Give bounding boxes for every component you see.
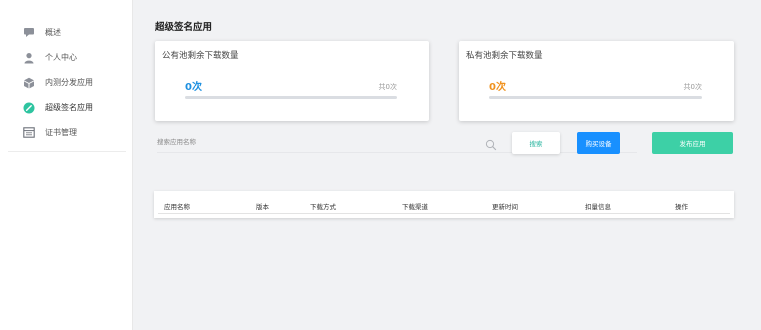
publish-app-button[interactable]: 发布应用 [652, 132, 733, 154]
signature-icon [23, 102, 35, 114]
search-button[interactable]: 搜索 [512, 132, 560, 154]
sidebar-item-label: 超级签名应用 [45, 103, 93, 112]
public-pool-progress [185, 96, 397, 99]
column-header-actions: 操作 [675, 203, 688, 211]
sidebar: 概述 个人中心 内测分发应用 超级签名应用 证书管理 [0, 0, 133, 330]
sidebar-item-label: 个人中心 [45, 53, 77, 62]
private-pool-count: 0次 [489, 82, 506, 93]
sidebar-item-label: 概述 [45, 28, 61, 37]
table-divider [158, 213, 730, 214]
chat-bubble-icon [23, 27, 35, 39]
column-header-deduction-info: 扣量信息 [585, 203, 611, 211]
sidebar-item-beta-distribution[interactable]: 内测分发应用 [0, 70, 125, 95]
sidebar-item-label: 内测分发应用 [45, 78, 93, 87]
sidebar-divider [8, 151, 126, 152]
sidebar-nav: 概述 个人中心 内测分发应用 超级签名应用 证书管理 [0, 20, 125, 145]
sidebar-item-overview[interactable]: 概述 [0, 20, 125, 45]
card-title: 公有池剩余下载数量 [162, 51, 239, 61]
search-input[interactable] [157, 138, 477, 146]
sidebar-item-certificates[interactable]: 证书管理 [0, 120, 125, 145]
card-title: 私有池剩余下载数量 [466, 51, 543, 61]
column-header-update-time: 更新时间 [492, 203, 518, 211]
column-header-download-channel: 下载渠道 [402, 203, 428, 211]
public-pool-total: 共0次 [378, 83, 397, 91]
search-icon[interactable] [485, 136, 497, 151]
column-header-download-method: 下载方式 [310, 203, 336, 211]
sidebar-item-super-signature[interactable]: 超级签名应用 [0, 95, 125, 120]
public-pool-count: 0次 [185, 82, 202, 93]
app-table: 应用名称 版本 下载方式 下载渠道 更新时间 扣量信息 操作 [154, 191, 734, 218]
sidebar-item-label: 证书管理 [45, 128, 77, 137]
private-pool-progress [489, 96, 702, 99]
certificate-icon [23, 127, 35, 139]
private-pool-total: 共0次 [683, 83, 702, 91]
sidebar-item-profile[interactable]: 个人中心 [0, 45, 125, 70]
box-icon [23, 77, 35, 89]
public-pool-card: 公有池剩余下载数量 0次 共0次 [155, 41, 429, 121]
column-header-app-name: 应用名称 [164, 203, 190, 211]
buy-device-button[interactable]: 购买设备 [577, 132, 620, 154]
column-header-version: 版本 [256, 203, 269, 211]
search-bar [157, 132, 637, 153]
private-pool-card: 私有池剩余下载数量 0次 共0次 [459, 41, 734, 121]
main-content: 超级签名应用 公有池剩余下载数量 0次 共0次 私有池剩余下载数量 0次 共0次… [132, 0, 761, 330]
page-title: 超级签名应用 [155, 22, 213, 33]
user-icon [23, 52, 35, 64]
